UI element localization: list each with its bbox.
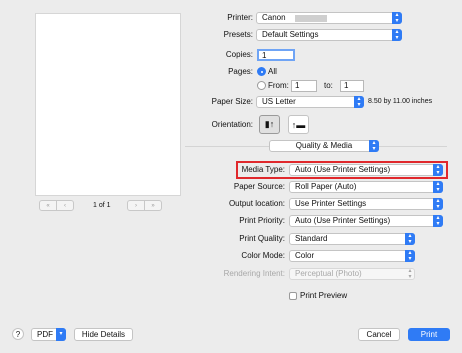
chevron-updown-icon: ▴ ▾: [433, 164, 443, 176]
pages-from-radio[interactable]: [257, 81, 266, 90]
first-page-button[interactable]: «: [40, 201, 56, 210]
portrait-orientation-button[interactable]: ▮↑: [259, 115, 280, 134]
print-preview-checkbox[interactable]: [289, 292, 297, 300]
presets-select[interactable]: Default Settings ▴ ▾: [256, 29, 402, 41]
color-mode-value: Color: [295, 251, 315, 260]
chevron-updown-icon: ▴ ▾: [433, 215, 443, 227]
output-location-value: Use Printer Settings: [295, 199, 367, 208]
pager-forward-group: › »: [127, 200, 162, 211]
landscape-icon: ↑▬: [291, 119, 306, 130]
printer-value: Canon: [262, 13, 286, 22]
presets-label: Presets:: [223, 30, 253, 39]
next-page-button[interactable]: ›: [128, 201, 144, 210]
pdf-menu-button[interactable]: PDF ▾: [31, 328, 66, 341]
pages-all-radio[interactable]: [257, 67, 266, 76]
print-button[interactable]: Print: [408, 328, 450, 341]
chevron-updown-icon: ▴ ▾: [392, 12, 402, 24]
chevron-updown-icon: ▴ ▾: [369, 140, 379, 152]
chevron-updown-icon: ▴ ▾: [354, 96, 364, 108]
print-quality-value: Standard: [295, 234, 328, 243]
chevron-updown-icon: ▴ ▾: [433, 181, 443, 193]
prev-page-button[interactable]: ‹: [56, 201, 73, 210]
rendering-intent-select: Perceptual (Photo) ▴ ▾: [289, 268, 415, 280]
last-page-button[interactable]: »: [144, 201, 161, 210]
rendering-intent-label: Rendering Intent:: [223, 269, 285, 278]
print-quality-select[interactable]: Standard ▴ ▾: [289, 233, 415, 245]
pdf-label: PDF: [37, 330, 53, 339]
chevron-updown-icon: ▴ ▾: [433, 198, 443, 210]
paper-dimensions: 8.50 by 11.00 inches: [368, 98, 433, 105]
to-label: to:: [324, 81, 333, 90]
from-page-field[interactable]: 1: [291, 80, 317, 92]
paper-size-select[interactable]: US Letter ▴ ▾: [256, 96, 364, 108]
copies-label: Copies:: [225, 50, 253, 59]
pages-label: Pages:: [228, 67, 253, 76]
print-priority-value: Auto (Use Printer Settings): [295, 216, 391, 225]
paper-source-label: Paper Source:: [233, 182, 285, 191]
section-value: Quality & Media: [295, 141, 353, 150]
paper-size-value: US Letter: [262, 97, 296, 106]
printer-select[interactable]: Canon ▴ ▾: [256, 12, 402, 24]
print-quality-label: Print Quality:: [239, 234, 285, 243]
page-indicator: 1 of 1: [93, 202, 111, 209]
pages-from-label: From:: [268, 81, 289, 90]
landscape-orientation-button[interactable]: ↑▬: [288, 115, 309, 134]
section-select[interactable]: Quality & Media ▴ ▾: [269, 140, 379, 152]
paper-size-label: Paper Size:: [211, 97, 253, 106]
hide-details-button[interactable]: Hide Details: [74, 328, 133, 341]
orientation-label: Orientation:: [211, 120, 253, 129]
color-mode-select[interactable]: Color ▴ ▾: [289, 250, 415, 262]
copies-field[interactable]: 1: [257, 49, 295, 61]
printer-name-redacted: [295, 15, 327, 22]
print-preview-label: Print Preview: [300, 291, 348, 300]
pager-back-group: « ‹: [39, 200, 74, 211]
rendering-intent-value: Perceptual (Photo): [295, 269, 362, 278]
media-type-value: Auto (Use Printer Settings): [295, 165, 391, 174]
pages-all-label: All: [268, 67, 277, 76]
help-button[interactable]: ?: [12, 328, 24, 340]
printer-label: Printer:: [227, 13, 253, 22]
output-location-label: Output location:: [228, 199, 285, 208]
chevron-updown-icon: ▴ ▾: [408, 268, 412, 280]
paper-source-select[interactable]: Roll Paper (Auto) ▴ ▾: [289, 181, 443, 193]
chevron-updown-icon: ▴ ▾: [405, 233, 415, 245]
print-priority-select[interactable]: Auto (Use Printer Settings) ▴ ▾: [289, 215, 443, 227]
to-page-field[interactable]: 1: [340, 80, 364, 92]
chevron-updown-icon: ▴ ▾: [405, 250, 415, 262]
presets-value: Default Settings: [262, 30, 319, 39]
portrait-icon: ▮↑: [264, 119, 275, 129]
media-type-label: Media Type:: [241, 165, 285, 174]
chevron-updown-icon: ▴ ▾: [392, 29, 402, 41]
cancel-button[interactable]: Cancel: [358, 328, 400, 341]
output-location-select[interactable]: Use Printer Settings ▴ ▾: [289, 198, 443, 210]
paper-source-value: Roll Paper (Auto): [295, 182, 357, 191]
print-priority-label: Print Priority:: [239, 216, 285, 225]
media-type-select[interactable]: Auto (Use Printer Settings) ▴ ▾: [289, 164, 443, 176]
color-mode-label: Color Mode:: [241, 251, 285, 260]
chevron-down-icon: ▾: [56, 328, 66, 341]
